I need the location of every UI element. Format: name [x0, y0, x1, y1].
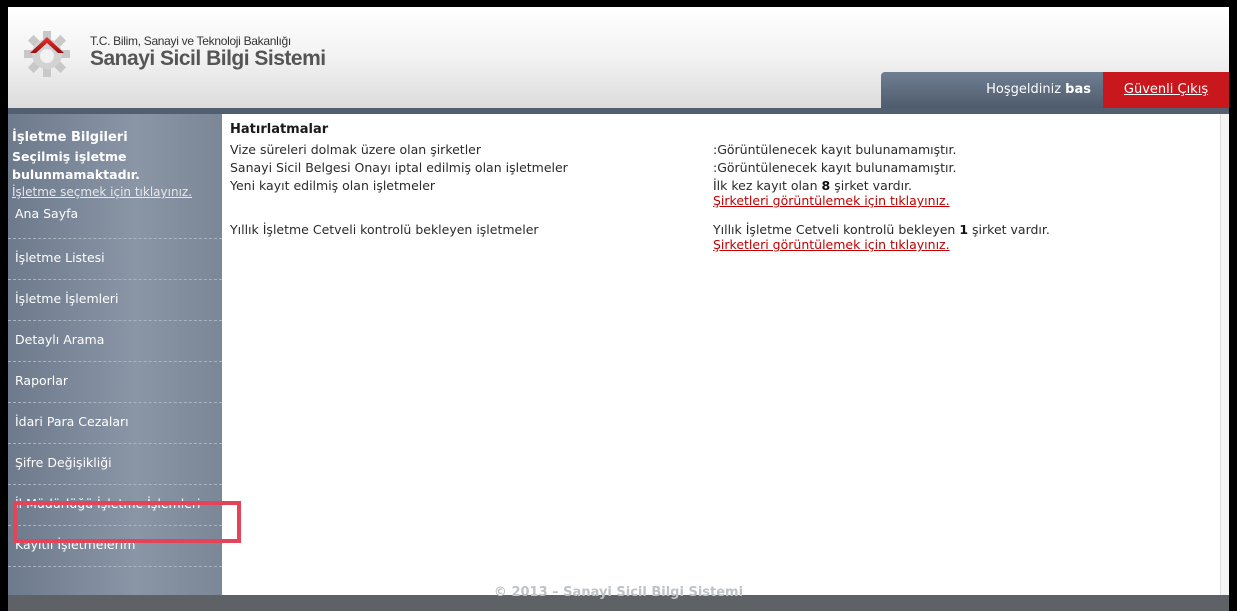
- reminder-label: Sanayi Sicil Belgesi Onayı iptal edilmiş…: [230, 160, 568, 175]
- nav-item-isletme-listesi[interactable]: İşletme Listesi: [8, 239, 222, 280]
- selected-company-status: Seçilmiş işletme bulunmamaktadır.: [12, 149, 140, 182]
- nav-item-il-mudurlugu-isletme-islemleri[interactable]: İl Müdürlüğü İşletme İşlemleri: [8, 485, 222, 526]
- reminder-value: Yıllık İşletme Cetveli kontrolü bekleyen…: [713, 222, 1050, 252]
- reminder-value-suffix: şirket vardır.: [834, 178, 913, 193]
- nav-item-detayli-arama[interactable]: Detaylı Arama: [8, 321, 222, 362]
- nav-item-isletme-islemleri[interactable]: İşletme İşlemleri: [8, 280, 222, 321]
- select-company-link[interactable]: İşletme seçmek için tıklayınız.: [12, 185, 222, 199]
- reminder-row-annual: Yıllık İşletme Cetveli kontrolü bekleyen…: [230, 222, 1220, 262]
- reminder-row-cancelled: Sanayi Sicil Belgesi Onayı iptal edilmiş…: [230, 160, 1220, 178]
- ministry-name: T.C. Bilim, Sanayi ve Teknoloji Bakanlığ…: [90, 34, 291, 48]
- gear-icon: [24, 31, 70, 77]
- company-info: İşletme Bilgileri Seçilmiş işletme bulun…: [8, 114, 222, 199]
- reminder-value-prefix: İlk kez kayıt olan: [713, 178, 818, 193]
- scrollbar-track[interactable]: [1220, 114, 1229, 611]
- username: bas: [1065, 82, 1091, 97]
- sidebar: İşletme Bilgileri Seçilmiş işletme bulun…: [8, 114, 222, 611]
- welcome-label: Hoşgeldiniz: [986, 82, 1062, 97]
- reminders-title: Hatırlatmalar: [230, 122, 329, 137]
- reminder-value: İlk kez kayıt olan 8 şirket vardır. Şirk…: [713, 178, 950, 208]
- welcome-bar: Hoşgeldiniz bas: [881, 72, 1103, 108]
- header: T.C. Bilim, Sanayi ve Teknoloji Bakanlığ…: [8, 7, 1229, 114]
- nav-item-kayitli-isletmelerim[interactable]: Kayıtlı İşletmelerim: [8, 526, 222, 567]
- view-pending-companies-link[interactable]: Şirketleri görüntülemek için tıklayınız.: [713, 237, 950, 252]
- reminder-value: :Görüntülenecek kayıt bulunamamıştır.: [713, 142, 957, 157]
- view-new-companies-link[interactable]: Şirketleri görüntülemek için tıklayınız.: [713, 193, 950, 208]
- reminder-value-suffix: şirket vardır.: [972, 222, 1050, 237]
- nav-item-ana-sayfa[interactable]: Ana Sayfa: [8, 199, 222, 239]
- nav-item-idari-para-cezalari[interactable]: İdari Para Cezaları: [8, 403, 222, 444]
- reminder-value-prefix: Yıllık İşletme Cetveli kontrolü bekleyen: [713, 222, 956, 237]
- company-info-title: İşletme Bilgileri: [12, 130, 128, 145]
- reminder-label: Yeni kayıt edilmiş olan işletmeler: [230, 178, 436, 193]
- app-window: T.C. Bilim, Sanayi ve Teknoloji Bakanlığ…: [8, 7, 1229, 611]
- reminder-row-new: Yeni kayıt edilmiş olan işletmeler İlk k…: [230, 178, 1220, 222]
- reminder-value: :Görüntülenecek kayıt bulunamamıştır.: [713, 160, 957, 175]
- reminder-count: 8: [821, 178, 831, 193]
- reminder-label: Vize süreleri dolmak üzere olan şirketle…: [230, 142, 482, 157]
- reminder-count: 1: [959, 222, 969, 237]
- nav-item-raporlar[interactable]: Raporlar: [8, 362, 222, 403]
- nav-item-sifre-degisikligi[interactable]: Şifre Değişikliği: [8, 444, 222, 485]
- main-content: Hatırlatmalar Vize süreleri dolmak üzere…: [230, 122, 1220, 262]
- system-title: Sanayi Sicil Bilgi Sistemi: [90, 47, 326, 70]
- reminder-row-visa: Vize süreleri dolmak üzere olan şirketle…: [230, 142, 1220, 160]
- logout-button[interactable]: Güvenli Çıkış: [1103, 72, 1229, 108]
- footer-text: © 2013 – Sanayi Sicil Bilgi Sistemi: [493, 585, 744, 600]
- reminder-label: Yıllık İşletme Cetveli kontrolü bekleyen…: [230, 222, 539, 237]
